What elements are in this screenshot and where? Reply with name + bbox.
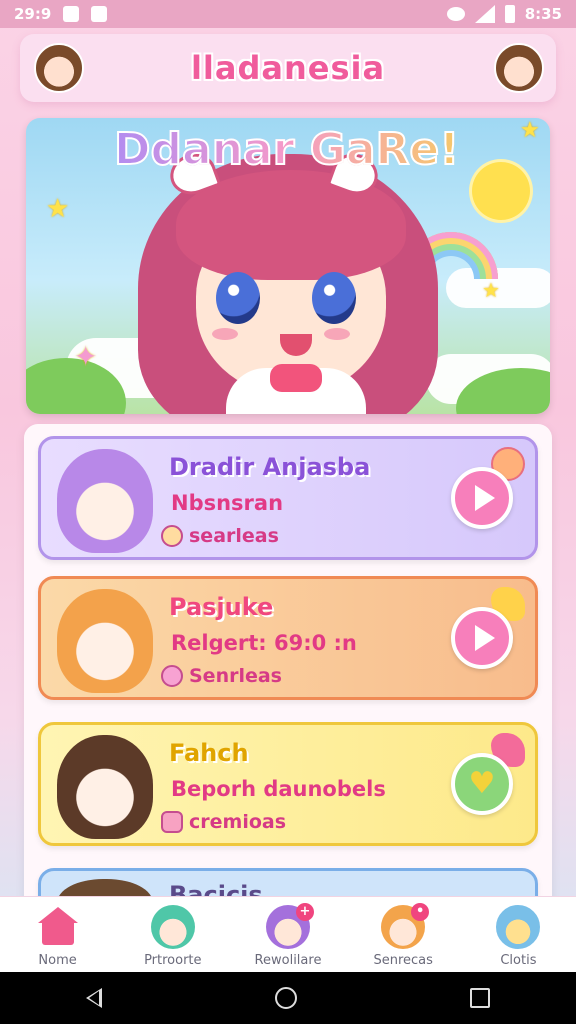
character-icon — [150, 905, 195, 949]
card-meta: cremioas — [161, 811, 286, 833]
profile-avatar-right[interactable] — [494, 43, 544, 93]
nav-label: Rewolilare — [254, 953, 322, 968]
bottom-navigation: Nome Prtroorte + Rewolilare • Senrecas C… — [0, 896, 576, 972]
character-icon: • — [381, 903, 430, 949]
profile-avatar-left[interactable] — [34, 43, 84, 93]
nav-label: Prtroorte — [144, 953, 202, 968]
blush — [212, 328, 238, 340]
card-subtitle: Nbsnsran — [171, 491, 284, 515]
character-avatar — [57, 449, 153, 553]
app-title: lladanesia — [190, 49, 386, 87]
nav-item-clothes[interactable]: Clotis — [461, 897, 576, 972]
character-avatar — [57, 589, 153, 693]
cookie-icon — [161, 525, 183, 547]
sparkle-icon: ✦ — [74, 340, 98, 373]
character-eye — [216, 272, 260, 324]
play-icon — [474, 625, 495, 651]
status-clock: 8:35 — [524, 5, 562, 23]
nav-label: Senrecas — [373, 953, 433, 968]
status-time: 29:9 — [14, 5, 52, 23]
heart-icon: ♥ — [468, 766, 496, 801]
cat-face-icon — [161, 811, 183, 833]
card-meta: searleas — [161, 525, 279, 547]
battery-icon — [504, 5, 515, 23]
nav-item-favorites[interactable]: Prtroorte — [115, 897, 230, 972]
card-subtitle: Beporh daunobels — [171, 777, 386, 801]
list-item[interactable]: Dradir Anjasba Nbsnsran searleas — [38, 436, 538, 560]
star-icon: ★ — [520, 118, 540, 143]
signal-icon — [474, 5, 495, 23]
nav-item-series[interactable]: • Senrecas — [346, 897, 461, 972]
nav-label: Nome — [38, 953, 77, 968]
wifi-icon — [446, 7, 465, 21]
list-item[interactable]: Pasjuke Relgert: 69:0 :n Senrleas — [38, 576, 538, 700]
back-icon[interactable] — [86, 988, 103, 1008]
status-bar: 29:9 8:35 — [0, 0, 576, 28]
character-list: Dradir Anjasba Nbsnsran searleas Pasjuke… — [24, 424, 552, 904]
character-avatar — [57, 735, 153, 839]
card-title: Pasjuke — [169, 593, 274, 621]
card-meta-label: Senrleas — [189, 665, 282, 687]
card-meta-label: searleas — [189, 525, 279, 547]
star-icon: ★ — [46, 194, 70, 224]
card-meta: Senrleas — [161, 665, 282, 687]
bird-icon — [496, 905, 541, 949]
hero-banner[interactable]: ★ ★ ★ ✦ Ddanar GaRe! — [26, 118, 550, 414]
banner-title: Ddanar GaRe! — [113, 123, 460, 176]
play-icon — [474, 485, 495, 511]
play-button[interactable] — [451, 467, 513, 529]
recents-icon[interactable] — [469, 988, 490, 1008]
heart-icon — [161, 665, 183, 687]
blush — [324, 328, 350, 340]
sun-decoration — [472, 162, 530, 220]
home-circle-icon[interactable] — [274, 987, 297, 1009]
star-icon: ★ — [482, 278, 500, 302]
nav-label: Clotis — [500, 953, 537, 968]
card-meta-label: cremioas — [189, 811, 287, 833]
card-subtitle: Relgert: 69:0 :n — [171, 631, 357, 655]
nav-item-home[interactable]: Nome — [0, 897, 115, 972]
play-button[interactable] — [451, 607, 513, 669]
notification-icon — [91, 6, 108, 22]
bow-decoration — [270, 364, 322, 392]
favorite-button[interactable]: ♥ — [451, 753, 513, 815]
character-eye — [312, 272, 356, 324]
nav-item-new[interactable]: + Rewolilare — [230, 897, 345, 972]
app-header: lladanesia — [20, 34, 556, 102]
card-title: Fahch — [169, 739, 249, 767]
message-icon — [63, 6, 80, 22]
plus-badge-icon: + — [296, 903, 314, 921]
home-icon — [36, 905, 80, 949]
notification-badge-icon: • — [411, 903, 430, 921]
card-title: Dradir Anjasba — [169, 453, 371, 481]
character-icon: + — [266, 903, 314, 949]
list-item[interactable]: Fahch Beporh daunobels cremioas ♥ — [38, 722, 538, 846]
system-navigation-bar — [0, 972, 576, 1024]
